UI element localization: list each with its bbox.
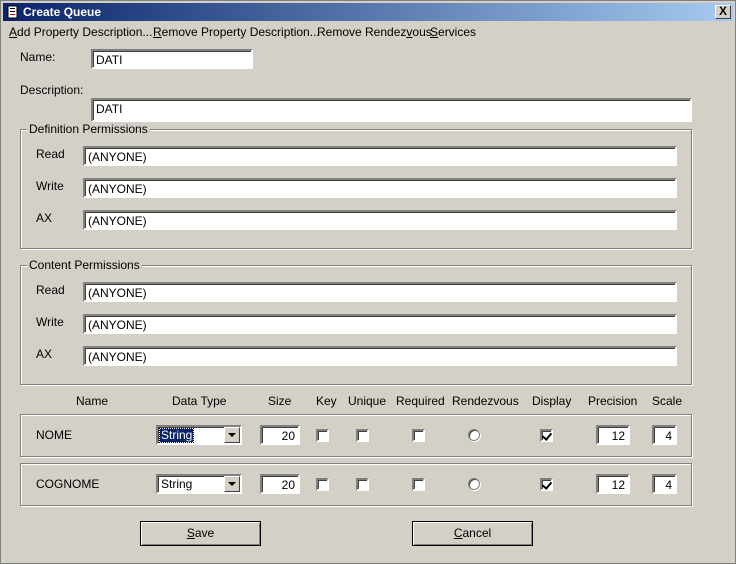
save-button[interactable]: Save (140, 521, 261, 546)
precision-input[interactable]: 12 (596, 425, 630, 445)
definition-write-input[interactable]: (ANYONE) (83, 178, 677, 198)
content-read-label: Read (36, 283, 65, 297)
property-name: NOME (36, 428, 72, 442)
col-header-scale: Scale (652, 394, 683, 408)
col-header-display: Display (532, 394, 572, 408)
title-bar[interactable]: Create Queue X (3, 3, 733, 21)
definition-ax-input[interactable]: (ANYONE) (83, 210, 677, 230)
data-type-value: String (158, 428, 195, 443)
menu-services[interactable]: Services (430, 25, 476, 39)
definition-ax-label: AX (36, 211, 53, 225)
data-type-select[interactable]: String (156, 474, 242, 494)
col-header-key: Key (316, 394, 337, 408)
definition-read-input[interactable]: (ANYONE) (83, 146, 677, 166)
description-input[interactable]: DATI (91, 98, 692, 122)
data-type-value: String (161, 477, 193, 491)
scale-input[interactable]: 4 (652, 474, 677, 494)
menu-remove-property-description[interactable]: Remove Property Description... (153, 25, 320, 39)
key-checkbox[interactable] (316, 478, 329, 491)
content-ax-input[interactable]: (ANYONE) (83, 346, 677, 366)
description-label: Description: (20, 83, 84, 97)
precision-input[interactable]: 12 (596, 474, 630, 494)
definition-read-label: Read (36, 147, 65, 161)
col-header-data-type: Data Type (172, 394, 227, 408)
content-write-input[interactable]: (ANYONE) (83, 314, 677, 334)
unique-checkbox[interactable] (356, 429, 369, 442)
name-input[interactable]: DATI (91, 49, 253, 69)
rendezvous-radio[interactable] (468, 478, 480, 490)
display-checkbox[interactable] (540, 429, 553, 442)
col-header-name: Name (76, 394, 109, 408)
size-input[interactable]: 20 (260, 474, 300, 494)
property-name: COGNOME (36, 477, 100, 491)
col-header-size: Size (268, 394, 292, 408)
name-label: Name: (20, 50, 56, 64)
data-type-select[interactable]: String (156, 425, 242, 445)
definition-permissions-title: Definition Permissions (27, 122, 150, 136)
col-header-rendezvous: Rendezvous (452, 394, 519, 408)
content-read-input[interactable]: (ANYONE) (83, 282, 677, 302)
menu-remove-rendezvous[interactable]: Remove Rendezvous (317, 25, 432, 39)
menu-add-property-description[interactable]: Add Property Description... (9, 25, 152, 39)
required-checkbox[interactable] (412, 429, 425, 442)
cancel-button[interactable]: Cancel (412, 521, 533, 546)
definition-write-label: Write (36, 179, 64, 193)
close-button[interactable]: X (715, 5, 731, 19)
menu-bar: Add Property Description... Remove Prope… (3, 23, 733, 43)
rendezvous-radio[interactable] (468, 429, 480, 441)
scale-input[interactable]: 4 (652, 425, 677, 445)
content-ax-label: AX (36, 347, 53, 361)
key-checkbox[interactable] (316, 429, 329, 442)
chevron-down-icon[interactable] (224, 476, 240, 492)
queue-app-icon (7, 5, 18, 19)
chevron-down-icon[interactable] (224, 427, 240, 443)
create-queue-window: Create Queue X Add Property Description.… (0, 0, 736, 564)
window-title: Create Queue (23, 5, 102, 19)
required-checkbox[interactable] (412, 478, 425, 491)
col-header-precision: Precision (588, 394, 638, 408)
col-header-required: Required (396, 394, 445, 408)
unique-checkbox[interactable] (356, 478, 369, 491)
size-input[interactable]: 20 (260, 425, 300, 445)
content-permissions-title: Content Permissions (27, 258, 142, 272)
col-header-unique: Unique (348, 394, 387, 408)
display-checkbox[interactable] (540, 478, 553, 491)
content-write-label: Write (36, 315, 64, 329)
